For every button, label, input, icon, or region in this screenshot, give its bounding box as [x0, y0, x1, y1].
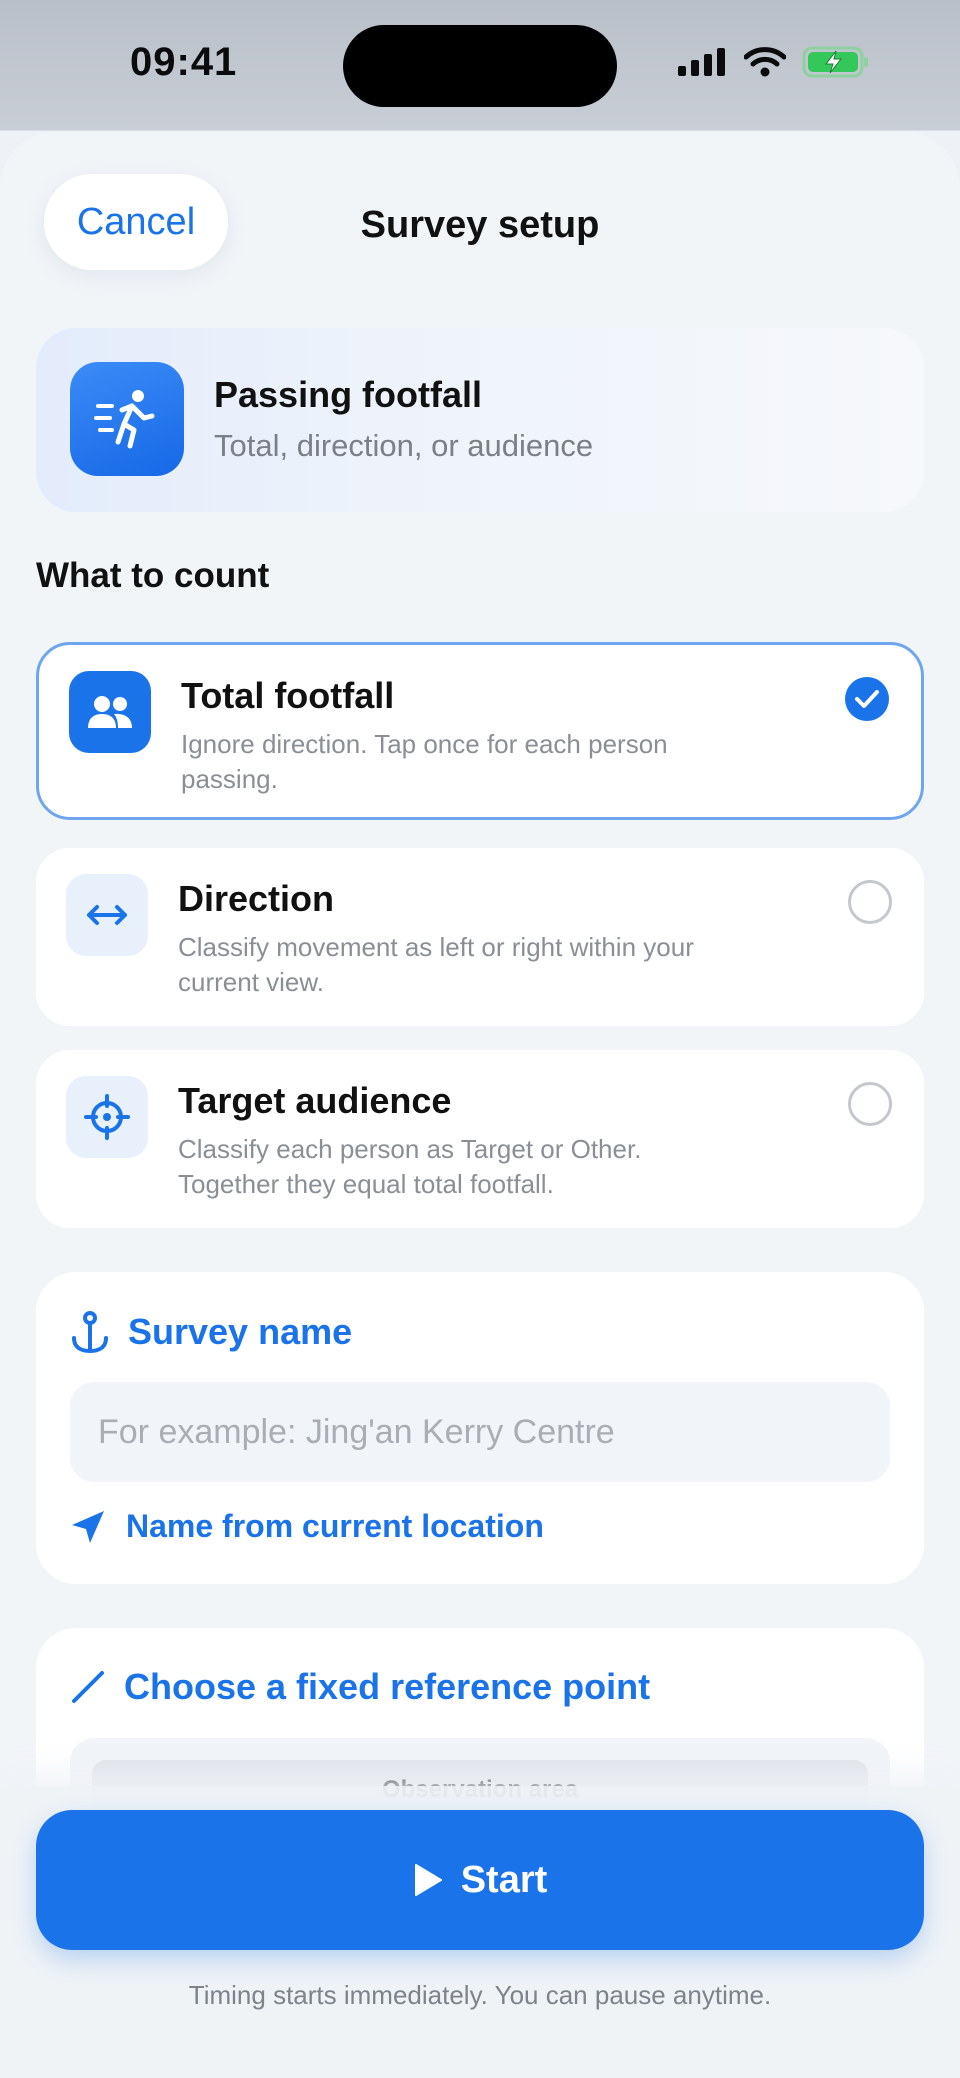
mode-subtitle: Total, direction, or audience [214, 428, 594, 463]
radio-button[interactable] [848, 880, 892, 924]
dynamic-island [343, 25, 617, 107]
timing-note: Timing starts immediately. You can pause… [188, 1980, 772, 2010]
option-target-audience[interactable]: Target audience Classify each person as … [36, 1050, 924, 1228]
mode-title: Passing footfall [214, 374, 483, 415]
start-button[interactable]: Start [36, 1810, 924, 1950]
wifi-icon [744, 47, 786, 77]
option-description: Classify movement as left or right withi… [178, 932, 694, 997]
survey-name-card: Survey name Name from current location [36, 1272, 924, 1584]
option-direction[interactable]: Direction Classify movement as left or r… [36, 848, 924, 1026]
option-description: Classify each person as Target or Other.… [178, 1134, 642, 1199]
survey-name-label: Survey name [128, 1311, 353, 1352]
line-icon [72, 1671, 104, 1703]
page-title: Survey setup [360, 204, 600, 246]
cellular-signal-icon [678, 48, 725, 76]
left-right-arrows-icon [66, 874, 148, 956]
status-time: 09:41 [130, 40, 238, 84]
crosshair-icon [66, 1076, 148, 1158]
anchor-pin-icon [72, 1311, 108, 1354]
start-label: Start [460, 1858, 548, 1901]
reference-point-label: Choose a fixed reference point [124, 1666, 651, 1707]
option-title: Direction [178, 878, 335, 919]
selected-check-icon[interactable] [845, 677, 889, 721]
option-total-footfall[interactable]: Total footfall Ignore direction. Tap onc… [36, 642, 924, 820]
location-arrow-icon [72, 1510, 104, 1543]
survey-mode-card: Passing footfall Total, direction, or au… [36, 328, 924, 512]
name-from-location-link[interactable]: Name from current location [70, 1508, 544, 1545]
survey-name-input[interactable] [70, 1382, 890, 1482]
play-icon [414, 1864, 442, 1896]
navigation-bar: Cancel Survey setup [0, 132, 960, 316]
bottom-action-bar: Start Timing starts immediately. You can… [0, 1786, 960, 2078]
walking-person-icon [70, 362, 184, 476]
option-title: Total footfall [181, 675, 395, 716]
radio-button[interactable] [848, 1082, 892, 1126]
status-icons [678, 46, 870, 78]
option-description: Ignore direction. Tap once for each pers… [181, 729, 668, 794]
people-icon [69, 671, 151, 753]
battery-charging-icon [802, 46, 868, 78]
what-to-count-label: What to count [36, 556, 270, 595]
reference-point-heading[interactable]: Choose a fixed reference point [70, 1666, 650, 1708]
location-link-label: Name from current location [126, 1508, 544, 1544]
option-title: Target audience [178, 1080, 452, 1121]
status-bar: 09:41 [0, 0, 960, 132]
survey-name-heading: Survey name [70, 1310, 352, 1354]
